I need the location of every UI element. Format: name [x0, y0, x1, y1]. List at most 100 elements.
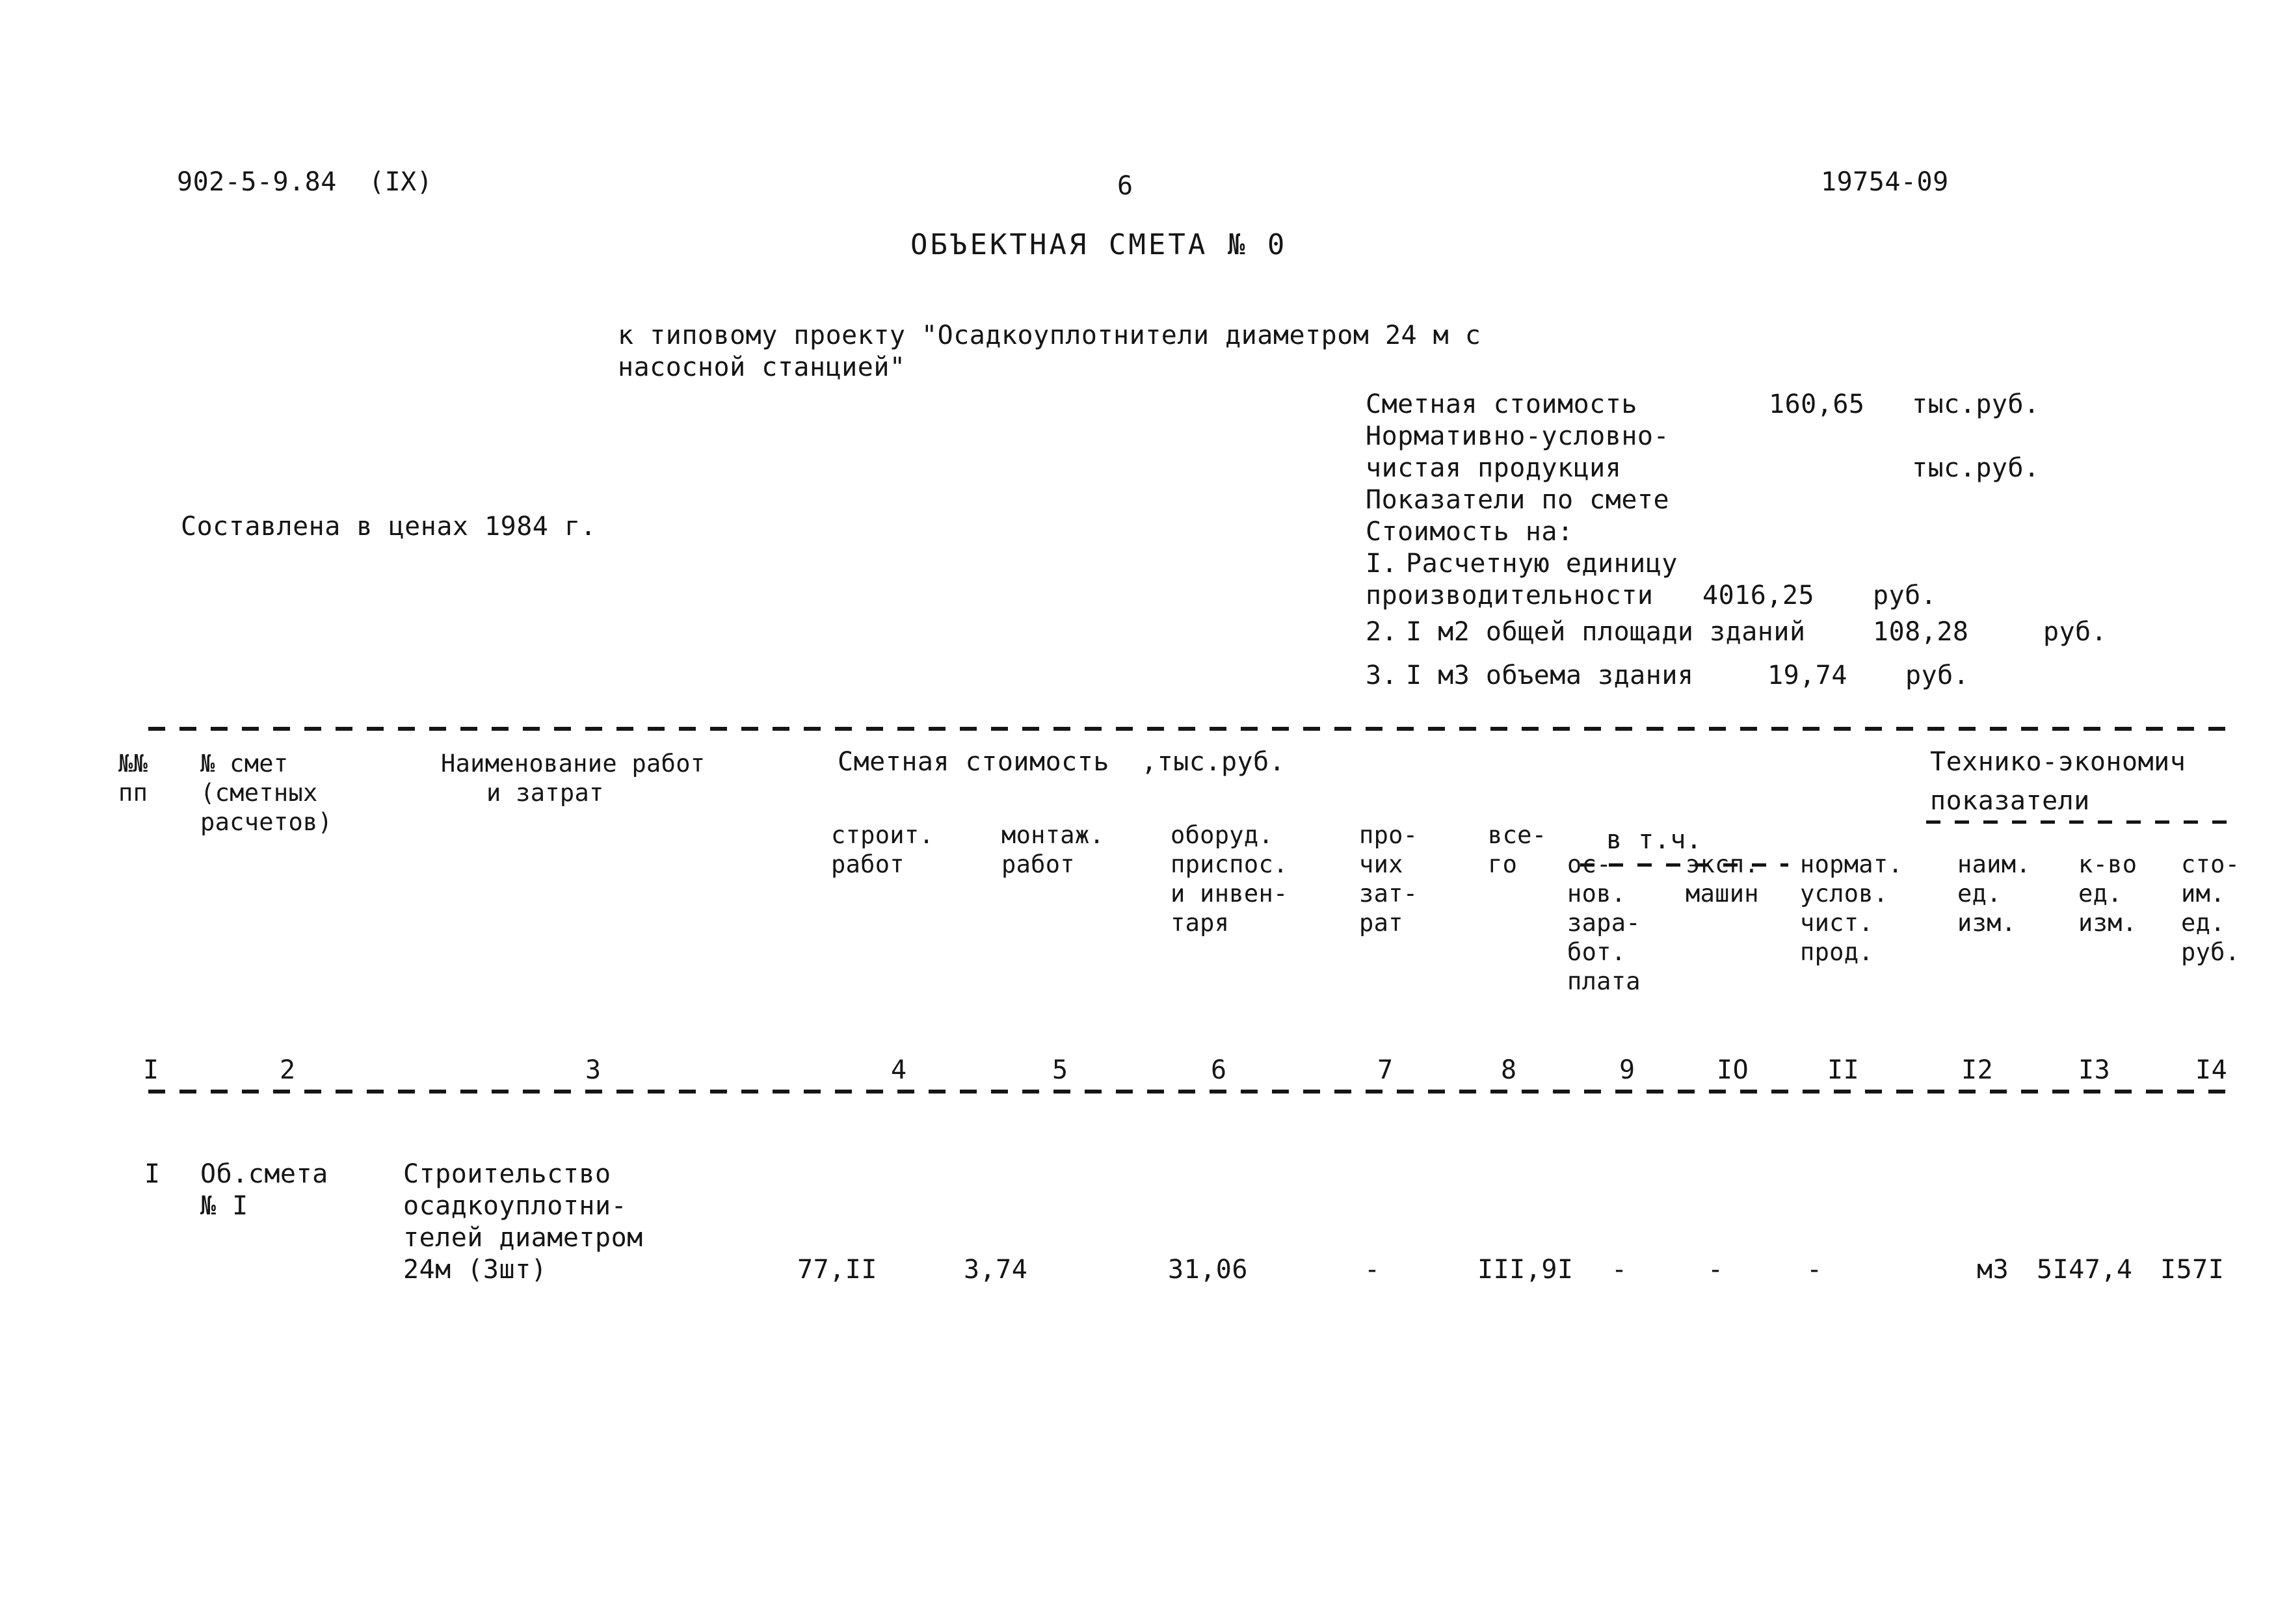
- nucp-label-line-2: чистая продукция: [1366, 453, 1622, 483]
- col-number-14: I4: [2195, 1055, 2228, 1085]
- indicator-1-label-line-2: производительности: [1366, 581, 1654, 610]
- col-header-7-line-4: рат: [1359, 909, 1403, 937]
- col-header-2-line-3: расчетов): [200, 808, 333, 836]
- col-header-4-line-2: работ: [831, 850, 905, 878]
- col-number-12: I2: [1961, 1055, 1994, 1085]
- prices-note: Составлена в ценах 1984 г.: [181, 512, 597, 542]
- row-1-col-6: 31,06: [1168, 1255, 1248, 1285]
- col-header-14-line-1: сто-: [2181, 850, 2240, 878]
- subtitle-line-2: насосной станцией": [618, 352, 906, 382]
- col-header-5-line-2: работ: [1001, 850, 1075, 878]
- document-code: 902-5-9.84 (IX): [177, 167, 433, 197]
- col-number-5: 5: [1052, 1055, 1068, 1085]
- row-1-col-8: III,9I: [1477, 1255, 1574, 1285]
- group-header-cost: Сметная стоимость ,тыс.руб.: [838, 747, 1286, 777]
- col-header-1-line-2: пп: [118, 779, 148, 807]
- col-number-3: 3: [585, 1055, 602, 1085]
- col-header-8-line-1: все-: [1488, 821, 1547, 849]
- col-number-10: IO: [1717, 1055, 1749, 1085]
- col-header-14-line-3: ед.: [2181, 909, 2225, 937]
- col-number-11: II: [1827, 1055, 1860, 1085]
- row-1-col-10: -: [1708, 1255, 1724, 1285]
- indicator-1-label-line-1: Расчетную единицу: [1406, 549, 1678, 579]
- estimate-cost-label: Сметная стоимость: [1366, 389, 1637, 419]
- row-1-col-11: -: [1806, 1255, 1823, 1285]
- indicators-label: Показатели по смете: [1366, 485, 1670, 515]
- col-header-9-line-5: плата: [1567, 967, 1641, 995]
- col-header-5-line-1: монтаж.: [1001, 821, 1105, 849]
- col-number-1: I: [143, 1055, 159, 1085]
- col-header-7-line-3: зат-: [1359, 880, 1418, 908]
- row-1-col-13: 5I47,4: [2037, 1255, 2133, 1285]
- col-number-6: 6: [1211, 1055, 1227, 1085]
- col-number-7: 7: [1377, 1055, 1394, 1085]
- col-header-6-line-1: оборуд.: [1171, 821, 1274, 849]
- col-number-2: 2: [280, 1055, 296, 1085]
- col-header-11-line-4: прод.: [1800, 938, 1873, 966]
- col-header-7-line-2: чих: [1359, 850, 1403, 878]
- tech-econ-rule: [1926, 820, 2238, 824]
- col-header-11-line-3: чист.: [1800, 909, 1873, 937]
- col-header-13-line-1: к-во: [2078, 850, 2137, 878]
- group-header-tech-econ-line-1: Технико-экономич: [1930, 747, 2186, 777]
- col-header-14-line-2: им.: [2181, 880, 2225, 908]
- estimate-cost-unit: тыс.руб.: [1912, 389, 2040, 419]
- subtitle-line-1: к типовому проекту "Осадкоуплотнители ди…: [618, 321, 1481, 350]
- indicator-3-label-line-1: I м3 объема здания: [1406, 661, 1694, 690]
- row-1-col-3-line-1: Строительство: [403, 1159, 611, 1189]
- row-1-col-12: м3: [1977, 1255, 2009, 1285]
- indicator-1-no: I.: [1366, 549, 1398, 579]
- col-number-8: 8: [1501, 1055, 1517, 1085]
- col-header-2-line-1: № смет: [200, 750, 289, 778]
- col-header-9-line-1: ос-: [1567, 850, 1611, 878]
- row-1-col-3-line-4: 24м (3шт): [403, 1255, 548, 1285]
- page-number: 6: [1117, 171, 1133, 201]
- indicator-2-label-line-1: I м2 общей площади зданий: [1406, 617, 1806, 647]
- indicator-3-unit: руб.: [1905, 661, 1970, 690]
- archive-code: 19754-09: [1821, 167, 1949, 197]
- col-header-8-line-2: го: [1488, 850, 1518, 878]
- indicator-2-value: 108,28: [1873, 617, 1969, 647]
- col-header-3-line-2: и затрат: [486, 779, 604, 807]
- col-header-4-line-1: строит.: [831, 821, 934, 849]
- indicator-3-no: 3.: [1366, 661, 1398, 690]
- col-header-14-line-4: руб.: [2181, 938, 2240, 966]
- nucp-unit: тыс.руб.: [1912, 453, 2040, 483]
- col-header-12-line-1: наим.: [1957, 850, 2031, 878]
- col-number-13: I3: [2078, 1055, 2111, 1085]
- col-header-9-line-2: нов.: [1567, 880, 1626, 908]
- col-header-11-line-1: нормат.: [1800, 850, 1903, 878]
- col-header-6-line-3: и инвен-: [1171, 880, 1288, 908]
- row-1-col-14: I57I: [2160, 1255, 2225, 1285]
- col-header-10-line-2: машин: [1686, 880, 1759, 908]
- row-1-col-2-line-2: № I: [200, 1191, 248, 1221]
- col-header-2-line-2: (сметных: [200, 779, 318, 807]
- table-header-rule: [148, 1090, 2237, 1094]
- col-header-13-line-2: ед.: [2078, 880, 2123, 908]
- col-header-3-line-1: Наименование работ: [441, 750, 706, 778]
- row-1-col-3-line-2: осадкоуплотни-: [403, 1191, 628, 1221]
- col-number-9: 9: [1619, 1055, 1635, 1085]
- col-header-13-line-3: изм.: [2078, 909, 2137, 937]
- col-header-12-line-3: изм.: [1957, 909, 2017, 937]
- col-header-6-line-4: таря: [1171, 909, 1230, 937]
- col-number-4: 4: [891, 1055, 907, 1085]
- row-1-col-9: -: [1611, 1255, 1628, 1285]
- col-header-12-line-2: ед.: [1957, 880, 2002, 908]
- cost-for-label: Стоимость на:: [1366, 517, 1574, 547]
- indicator-3-value: 19,74: [1767, 661, 1847, 690]
- row-1-col-3-line-3: телей диаметром: [403, 1223, 643, 1253]
- col-header-6-line-2: приспос.: [1171, 850, 1288, 878]
- col-header-1-line-1: №№: [118, 750, 148, 778]
- col-header-11-line-2: услов.: [1800, 880, 1888, 908]
- group-header-tech-econ-line-2: показатели: [1930, 786, 2090, 816]
- col-header-7-line-1: про-: [1359, 821, 1418, 849]
- page-title: ОБЪЕКТНАЯ СМЕТА № 0: [910, 228, 1288, 261]
- row-1-col-5: 3,74: [964, 1255, 1028, 1285]
- col-header-9-line-4: бот.: [1567, 938, 1626, 966]
- row-1-col-7: -: [1364, 1255, 1381, 1285]
- indicator-1-unit: руб.: [1873, 581, 1937, 610]
- col-header-10-line-1: эксп.: [1686, 850, 1759, 878]
- row-1-col-4: 77,II: [797, 1255, 877, 1285]
- estimate-cost-value: 160,65: [1769, 389, 1865, 419]
